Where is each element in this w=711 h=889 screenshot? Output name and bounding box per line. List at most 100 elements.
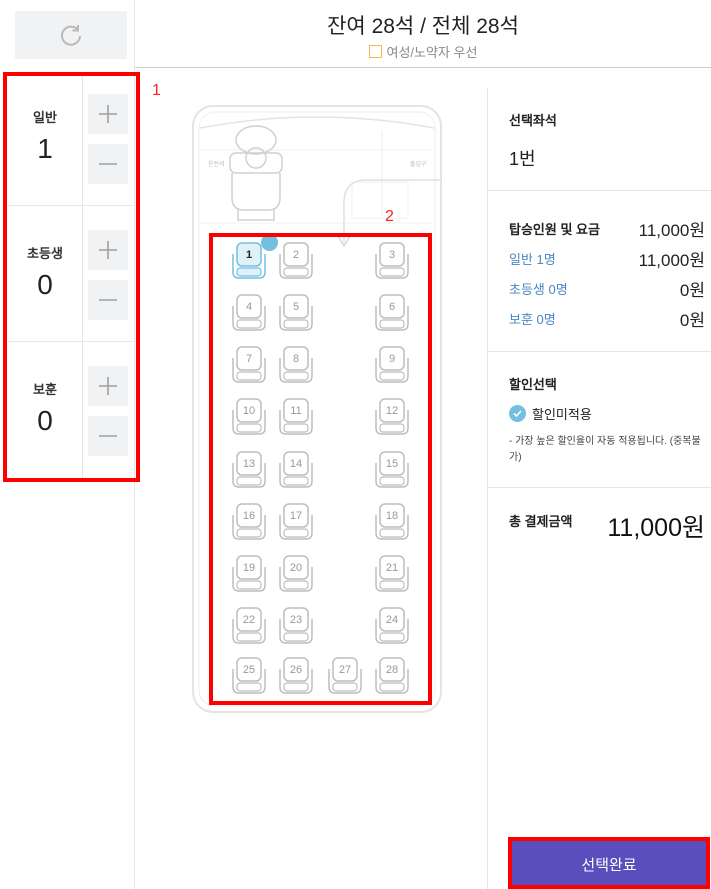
seat-icon — [232, 555, 266, 592]
fare-row: 보훈 0명 0원 — [509, 306, 705, 331]
counter-label: 보훈 — [33, 382, 57, 397]
seat-18[interactable]: 18 — [371, 501, 413, 543]
driver-label: 운전석 — [208, 160, 225, 168]
seat-22[interactable]: 22 — [228, 605, 270, 647]
female-seat-swatch — [368, 45, 382, 58]
seat-13[interactable]: 13 — [228, 449, 270, 491]
seat-number: 20 — [289, 562, 303, 574]
selected-seat-title: 선택좌석 — [509, 113, 557, 128]
seat-24[interactable]: 24 — [371, 605, 413, 647]
seat-12[interactable]: 12 — [371, 396, 413, 438]
seat-icon — [232, 398, 266, 435]
seat-number: 19 — [242, 562, 256, 574]
fare-row: 초등생 0명 0원 — [509, 276, 705, 301]
fare-title: 탑승인원 및 요금 — [509, 222, 600, 237]
seat-icon — [279, 398, 313, 435]
selected-seat-value: 1번 — [509, 149, 536, 169]
seat-27[interactable]: 27 — [324, 655, 366, 697]
seat-number: 4 — [245, 301, 253, 313]
seat-number: 5 — [292, 301, 300, 313]
seat-number: 28 — [385, 664, 399, 676]
discount-option[interactable]: 할인미적용 — [509, 404, 592, 423]
seat-icon — [232, 657, 266, 694]
increase-button[interactable] — [88, 366, 128, 406]
seat-9[interactable]: 9 — [371, 344, 413, 386]
seat-number: 24 — [385, 614, 399, 626]
seat-number: 17 — [289, 510, 303, 522]
fare-row-amount: 0원 — [679, 281, 705, 300]
seat-icon — [232, 294, 266, 331]
seat-25[interactable]: 25 — [228, 655, 270, 697]
refresh-button[interactable] — [15, 11, 127, 59]
increase-button[interactable] — [88, 94, 128, 134]
counter-label: 초등생 — [27, 246, 63, 261]
annotation-label: 1 — [152, 82, 161, 99]
seat-icon — [375, 607, 409, 644]
seat-number: 10 — [242, 405, 256, 417]
female-senior-label: 여성/노약자 우선 — [386, 45, 478, 60]
seat-2[interactable]: 2 — [275, 240, 317, 282]
counter-label: 일반 — [33, 110, 57, 125]
seat-icon — [375, 294, 409, 331]
seat-icon — [375, 657, 409, 694]
decrease-button[interactable] — [88, 144, 128, 184]
seat-15[interactable]: 15 — [371, 449, 413, 491]
seat-26[interactable]: 26 — [275, 655, 317, 697]
seat-icon — [375, 555, 409, 592]
seat-19[interactable]: 19 — [228, 553, 270, 595]
seat-number: 26 — [289, 664, 303, 676]
seat-icon — [232, 607, 266, 644]
plus-icon — [99, 377, 117, 395]
seat-icon — [232, 503, 266, 540]
seat-10[interactable]: 10 — [228, 396, 270, 438]
seat-number: 6 — [388, 301, 396, 313]
seat-23[interactable]: 23 — [275, 605, 317, 647]
fare-total: 11,000원 — [638, 221, 705, 240]
seat-28[interactable]: 28 — [371, 655, 413, 697]
seat-icon — [279, 451, 313, 488]
seat-4[interactable]: 4 — [228, 292, 270, 334]
seat-20[interactable]: 20 — [275, 553, 317, 595]
seat-3[interactable]: 3 — [371, 240, 413, 282]
seat-number: 25 — [242, 664, 256, 676]
discount-note: - 가장 높은 할인율이 자동 적용됩니다. (중복불가) — [509, 436, 701, 463]
seat-icon — [375, 503, 409, 540]
page-title: 잔여 28석 / 전체 28석 — [327, 15, 519, 38]
fare-header: 탑승인원 및 요금 11,000원 — [509, 216, 705, 241]
fare-row-amount: 11,000원 — [638, 251, 705, 270]
seat-14[interactable]: 14 — [275, 449, 317, 491]
seat-11[interactable]: 11 — [275, 396, 317, 438]
seat-icon — [279, 346, 313, 383]
seat-icon — [279, 503, 313, 540]
seat-1[interactable]: 1 — [228, 234, 298, 282]
fare-row-label: 일반 1명 — [509, 252, 556, 267]
decrease-button[interactable] — [88, 280, 128, 320]
seat-icon — [375, 242, 409, 279]
counter-value: 0 — [37, 269, 53, 300]
seat-16[interactable]: 16 — [228, 501, 270, 543]
seat-icon — [375, 451, 409, 488]
counter-child: 초등생 0 — [8, 211, 135, 346]
seat-number: 27 — [338, 664, 352, 676]
seat-number: 15 — [385, 458, 399, 470]
seat-6[interactable]: 6 — [371, 292, 413, 334]
seat-number: 12 — [385, 405, 399, 417]
seat-8[interactable]: 8 — [275, 344, 317, 386]
fare-row-label: 보훈 0명 — [509, 312, 556, 327]
female-senior-legend: 여성/노약자 우선 — [135, 42, 711, 61]
seat-icon — [328, 657, 362, 694]
increase-button[interactable] — [88, 230, 128, 270]
seat-number: 18 — [385, 510, 399, 522]
plus-icon — [99, 105, 117, 123]
select-complete-button[interactable]: 선택완료 — [512, 841, 706, 887]
seat-17[interactable]: 17 — [275, 501, 317, 543]
seat-5[interactable]: 5 — [275, 292, 317, 334]
decrease-button[interactable] — [88, 416, 128, 456]
seat-7[interactable]: 7 — [228, 344, 270, 386]
fare-row: 일반 1명 11,000원 — [509, 246, 705, 271]
discount-option-label: 할인미적용 — [532, 407, 592, 422]
counter-adult: 일반 1 — [8, 75, 135, 210]
seat-21[interactable]: 21 — [371, 553, 413, 595]
seat-number: 23 — [289, 614, 303, 626]
seat-icon — [279, 657, 313, 694]
